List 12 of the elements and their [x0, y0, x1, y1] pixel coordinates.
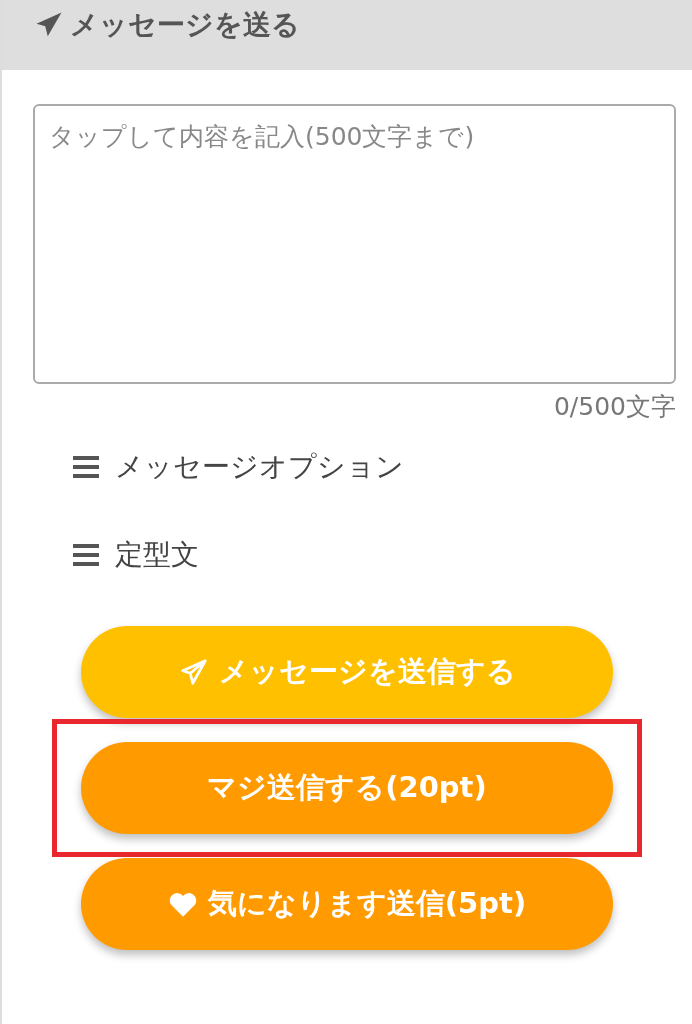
menu-item[interactable]: 定型文 — [73, 511, 199, 599]
menu-icon — [73, 544, 99, 566]
send-button[interactable]: メッセージを送信する — [81, 626, 613, 718]
section-title: メッセージを送る — [70, 7, 300, 43]
send-button[interactable]: 気になります送信(5pt) — [81, 858, 613, 950]
send-button[interactable]: マジ送信する(20pt) — [81, 742, 613, 834]
character-counter: 0/500文字 — [553, 391, 676, 423]
message-field[interactable]: タップして内容を記入(500文字まで) — [33, 104, 676, 384]
menu-icon — [73, 456, 99, 478]
menu-item[interactable]: メッセージオプション — [73, 423, 404, 511]
heart-icon — [167, 890, 198, 918]
paper-plane-icon — [178, 657, 209, 687]
